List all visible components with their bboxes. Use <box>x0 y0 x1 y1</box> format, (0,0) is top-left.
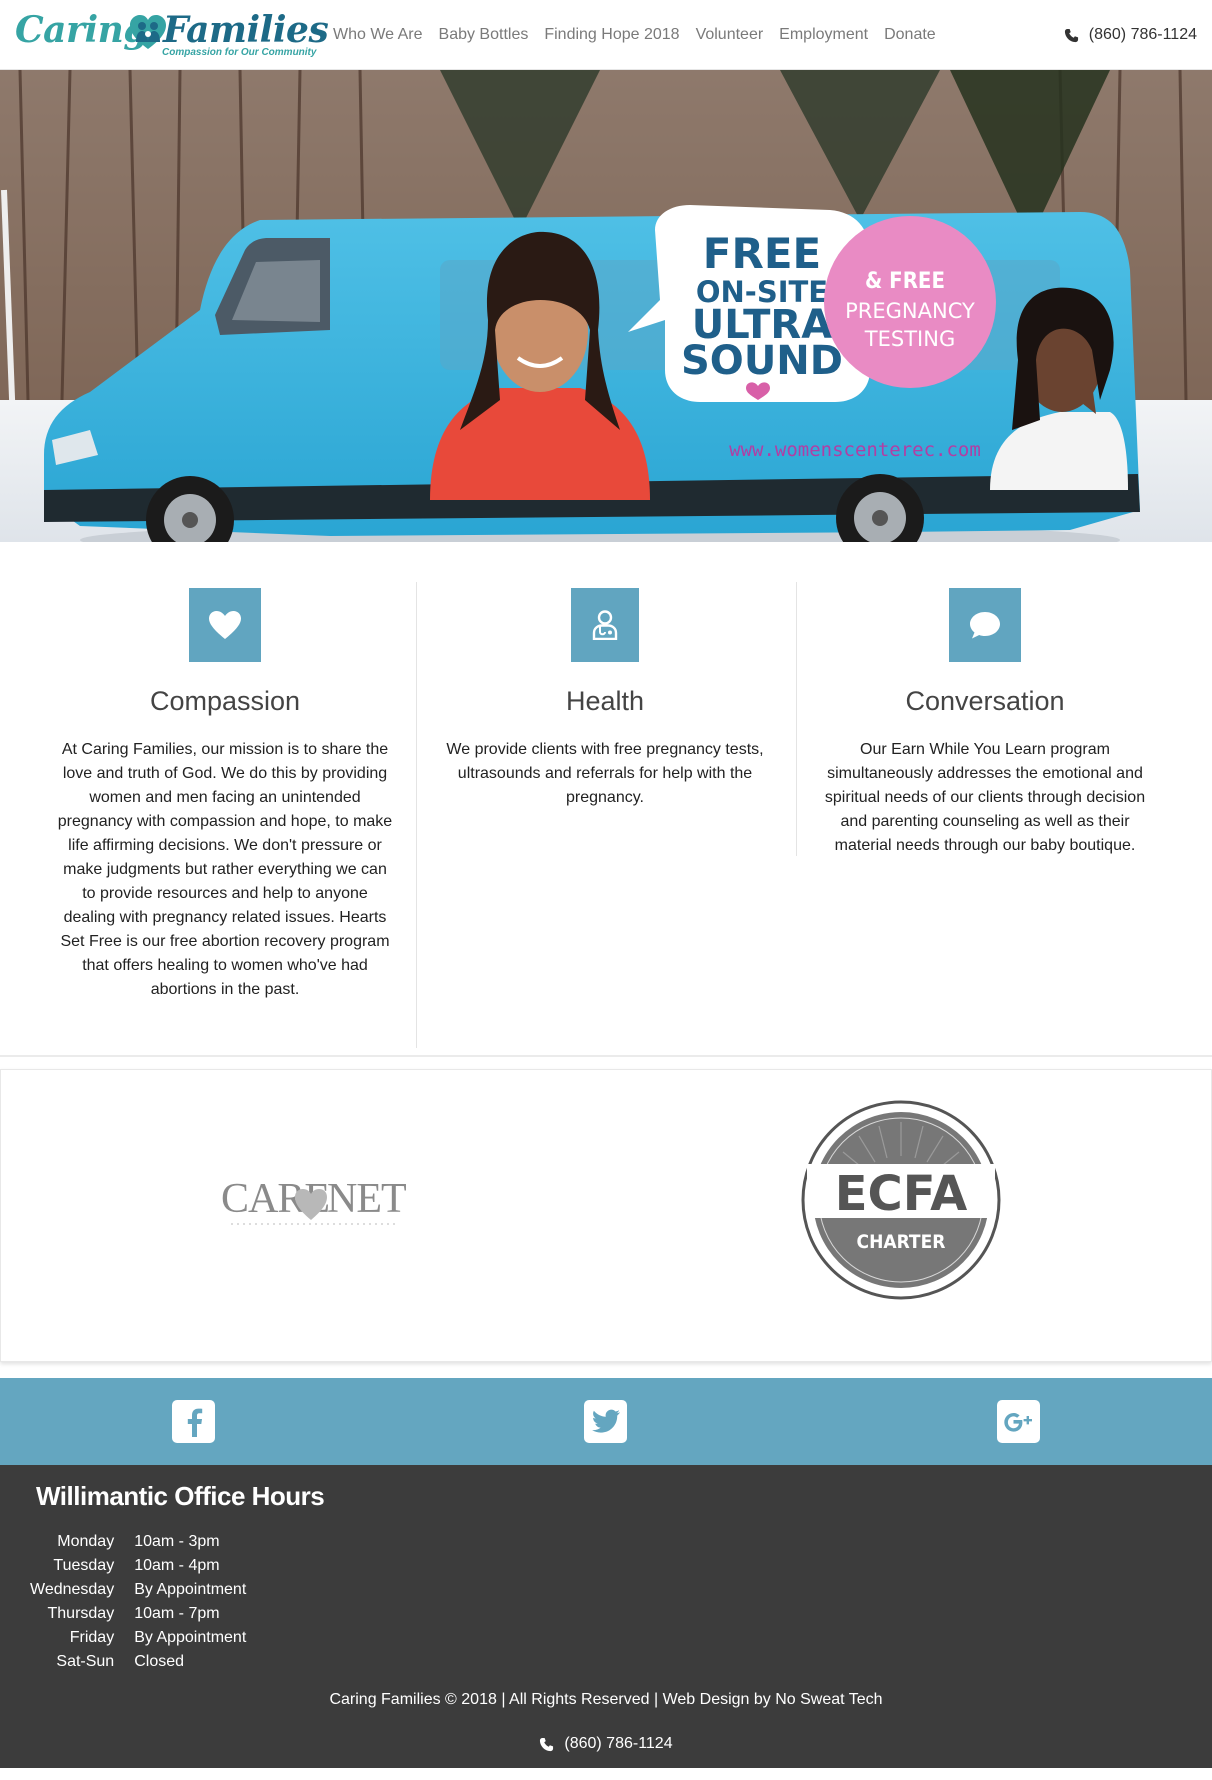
feature-text-conversation: Our Earn While You Learn program simulta… <box>824 741 1146 854</box>
site-footer: Willimantic Office Hours Monday 10am - 3… <box>0 1465 1212 1768</box>
header-phone-number: (860) 786-1124 <box>1088 26 1197 43</box>
nav-volunteer[interactable]: Volunteer <box>696 26 764 44</box>
caring-families-logo[interactable]: Caring Families Compassion for Our Commu… <box>15 8 329 60</box>
logo-tagline: Compassion for Our Community <box>162 47 317 58</box>
footer-phone-number: (860) 786-1124 <box>564 1735 673 1752</box>
hours-day: Friday <box>69 1629 115 1646</box>
van-text-free: FREE <box>703 229 821 278</box>
hours-row: Sat-Sun Closed <box>30 1650 246 1674</box>
hours-row: Friday By Appointment <box>30 1626 247 1650</box>
heart-icon <box>189 588 261 662</box>
nav-employment[interactable]: Employment <box>779 26 868 44</box>
nav-baby-bottles[interactable]: Baby Bottles <box>439 26 529 44</box>
carenet-logo[interactable]: CARE NET <box>219 1170 409 1230</box>
ecfa-charter-text: CHARTER <box>857 1231 946 1253</box>
office-hours-table: Monday 10am - 3pm Tuesday 10am - 4pm Wed… <box>30 1530 246 1674</box>
features-section: Compassion At Caring Families, our missi… <box>0 542 1212 1057</box>
copyright-text: Caring Families © 2018 | All Rights Rese… <box>329 1691 663 1708</box>
ecfa-charter-seal[interactable]: ECFA CHARTER <box>801 1100 1001 1300</box>
hours-day: Monday <box>57 1533 115 1550</box>
nav-donate[interactable]: Donate <box>884 26 936 44</box>
van-badge-pregnancy: PREGNANCY <box>845 299 975 323</box>
features-divider-left <box>416 582 417 1048</box>
hours-day: Tuesday <box>53 1557 115 1574</box>
hours-time: By Appointment <box>134 1581 247 1598</box>
twitter-icon[interactable] <box>584 1400 627 1443</box>
phone-icon <box>1064 28 1078 42</box>
hours-day: Wednesday <box>30 1581 115 1598</box>
hero-banner: FREE ON-SITE ULTRA SOUND & FREE PREGNANC… <box>0 70 1212 542</box>
phone-icon <box>540 1737 554 1751</box>
hero-van-image: FREE ON-SITE ULTRA SOUND & FREE PREGNANC… <box>0 70 1212 542</box>
feature-text-compassion: At Caring Families, our mission is to sh… <box>57 741 393 998</box>
van-badge-testing: TESTING <box>864 327 955 351</box>
social-bar <box>0 1378 1212 1465</box>
family-heart-icon <box>130 15 166 49</box>
partners-section: CARE NET ECFA CHARTER <box>0 1069 1212 1362</box>
hours-time: 10am - 3pm <box>134 1533 220 1550</box>
office-hours-title: Willimantic Office Hours <box>36 1481 325 1511</box>
feature-health: Health We provide clients with free preg… <box>435 588 775 810</box>
feature-title-conversation: Conversation <box>905 686 1065 716</box>
google-plus-icon[interactable] <box>997 1400 1040 1443</box>
main-nav: Who We Are Baby Bottles Finding Hope 201… <box>333 0 952 70</box>
ecfa-text: ECFA <box>835 1166 967 1222</box>
logo-word-families: Families <box>163 9 329 51</box>
nav-finding-hope-2018[interactable]: Finding Hope 2018 <box>544 26 679 44</box>
footer-phone-link[interactable]: (860) 786-1124 <box>0 1735 1212 1753</box>
van-text-sound: SOUND <box>681 338 843 384</box>
carenet-text-net: NET <box>327 1176 406 1222</box>
hours-time: Closed <box>134 1653 185 1670</box>
hours-row: Tuesday 10am - 4pm <box>30 1554 246 1578</box>
van-url-text: www.womenscenterec.com <box>729 439 981 461</box>
speech-bubble-icon <box>949 588 1021 662</box>
features-divider-right <box>796 582 797 856</box>
hours-row: Wednesday By Appointment <box>30 1578 246 1602</box>
facebook-icon[interactable] <box>172 1400 215 1443</box>
feature-text-health: We provide clients with free pregnancy t… <box>446 741 764 806</box>
hours-time: 10am - 7pm <box>134 1605 220 1622</box>
feature-compassion: Compassion At Caring Families, our missi… <box>55 588 395 1002</box>
hours-time: 10am - 4pm <box>134 1557 220 1574</box>
web-design-credit-link[interactable]: Web Design by No Sweat Tech <box>663 1691 883 1708</box>
feature-title-compassion: Compassion <box>149 686 301 716</box>
feature-title-health: Health <box>565 686 645 716</box>
doctor-icon <box>571 588 639 662</box>
hours-row: Thursday 10am - 7pm <box>30 1602 246 1626</box>
site-header: Caring Families Compassion for Our Commu… <box>0 0 1212 70</box>
nav-who-we-are[interactable]: Who We Are <box>333 26 423 44</box>
header-phone-link[interactable]: (860) 786-1124 <box>1064 0 1197 70</box>
hours-row: Monday 10am - 3pm <box>30 1530 246 1554</box>
van-badge-free: & FREE <box>865 269 945 294</box>
hours-time: By Appointment <box>134 1629 247 1646</box>
hours-day: Thursday <box>47 1605 115 1622</box>
copyright-line: Caring Families © 2018 | All Rights Rese… <box>0 1691 1212 1709</box>
hours-day: Sat-Sun <box>56 1653 115 1670</box>
feature-conversation: Conversation Our Earn While You Learn pr… <box>815 588 1155 858</box>
